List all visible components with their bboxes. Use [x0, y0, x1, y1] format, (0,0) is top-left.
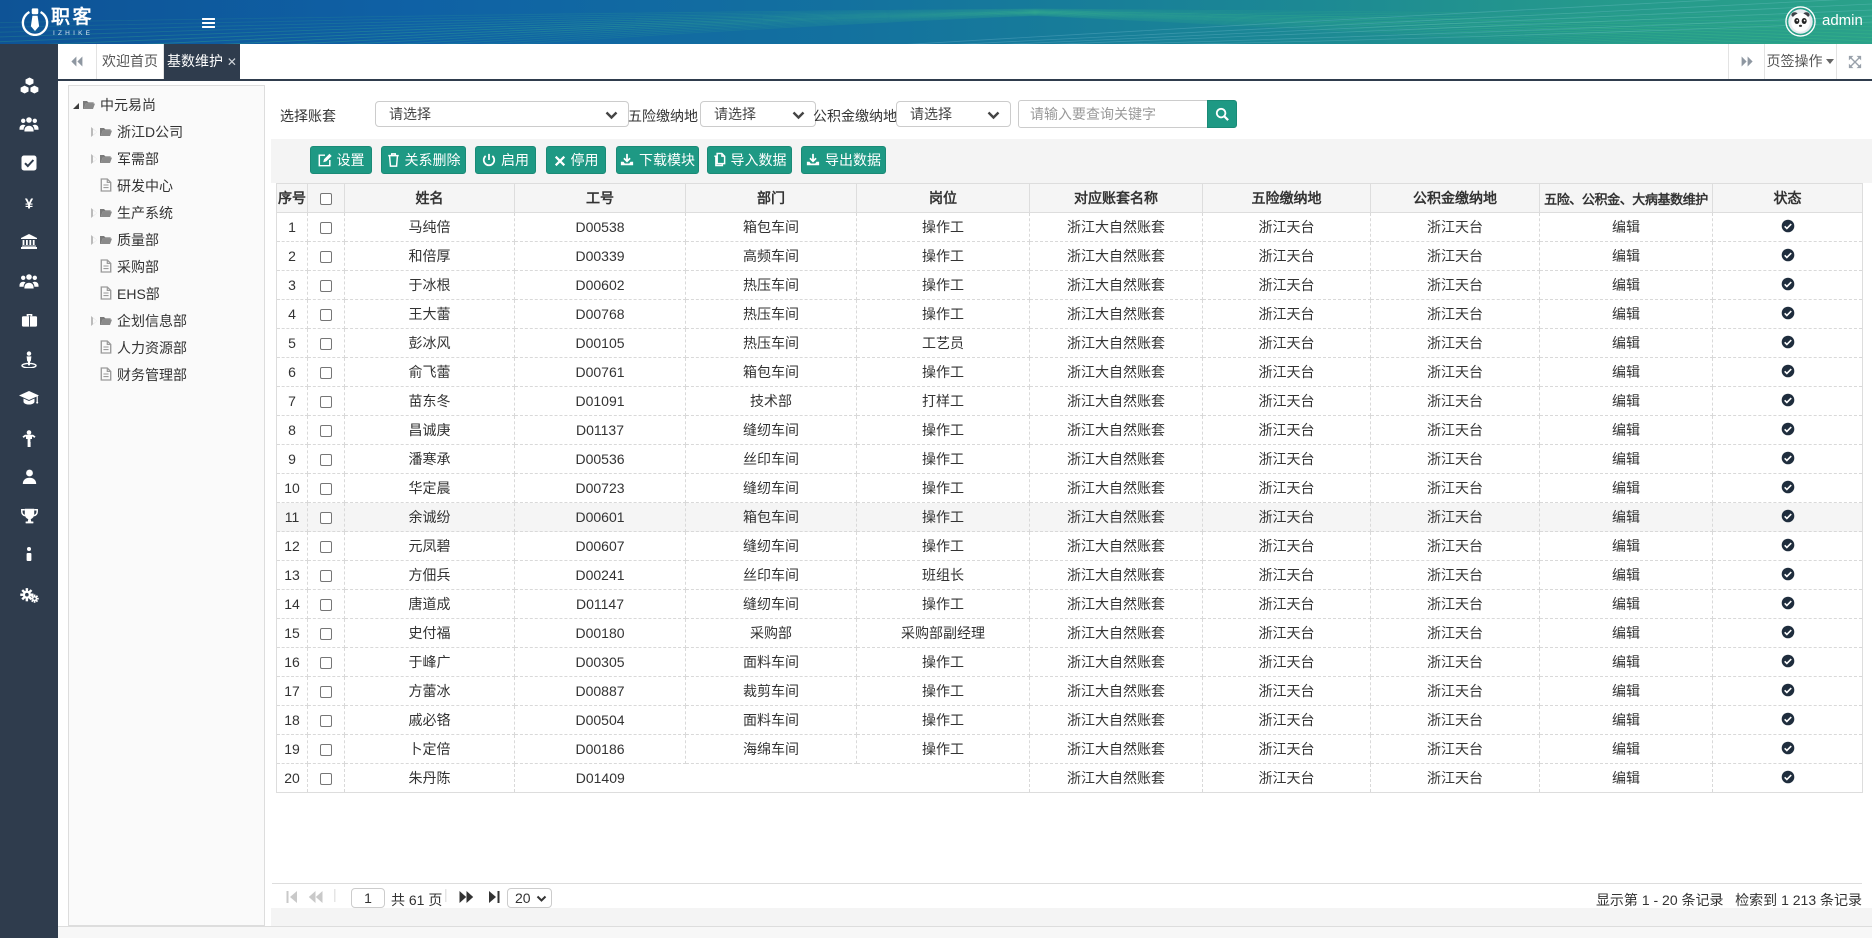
svg-text:¥: ¥	[25, 196, 34, 212]
